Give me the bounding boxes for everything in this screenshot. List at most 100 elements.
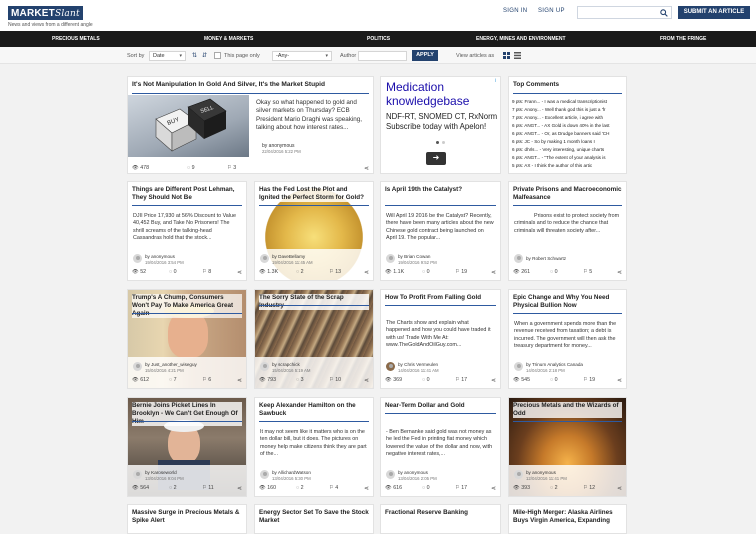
author-input[interactable] <box>358 51 407 61</box>
share-icon[interactable]: ⋖ <box>364 485 369 492</box>
likes-stat[interactable]: ⚐ 13 <box>329 269 341 275</box>
top-comment-item[interactable]: 9 pts: Frann... - I was a medical transc… <box>512 99 607 104</box>
share-icon[interactable]: ⋖ <box>617 377 622 384</box>
comments-stat[interactable]: ◌ 2 <box>296 485 304 491</box>
author-link[interactable]: by Brian Cowan <box>398 254 430 259</box>
article-card[interactable]: Keep Alexander Hamilton on the Sawbuck I… <box>254 397 374 497</box>
search-icon[interactable] <box>660 9 668 17</box>
article-card[interactable]: Private Prisons and Macroeconomic Malfea… <box>508 181 627 281</box>
likes-stat[interactable]: ⚐ 19 <box>455 269 467 275</box>
article-card[interactable]: Precious Metals and the Wizards of Odd b… <box>508 397 627 497</box>
author-link[interactable]: by anonymous <box>526 470 556 475</box>
comments-stat[interactable]: ◌ 0 <box>422 377 430 383</box>
share-icon[interactable]: ⋖ <box>491 377 496 384</box>
ad-info-icon[interactable]: i <box>492 78 499 85</box>
featured-article-card[interactable]: It's Not Manipulation In Gold And Silver… <box>127 76 374 174</box>
article-title[interactable]: Things are Different Post Lehman, They S… <box>132 186 242 202</box>
author-link[interactable]: by anonymous <box>398 470 428 475</box>
nav-money-markets[interactable]: MONEY & MARKETS <box>204 36 253 42</box>
sort-desc-icon[interactable]: ⇵ <box>202 52 207 59</box>
comments-stat[interactable]: ◌ 3 <box>296 377 304 383</box>
article-title[interactable]: Trump's A Chump, Consumers Won't Pay To … <box>132 294 242 318</box>
article-title[interactable]: Energy Sector Set To Save the Stock Mark… <box>259 509 369 525</box>
likes-stat[interactable]: ⚐ 17 <box>455 377 467 383</box>
grid-view-icon[interactable] <box>503 52 510 59</box>
article-title[interactable]: Private Prisons and Macroeconomic Malfea… <box>513 186 622 202</box>
likes-stat[interactable]: ⚐ 5 <box>583 269 592 275</box>
advertisement[interactable]: Medication knowledgebase NDF-RT, SNOMED … <box>380 76 501 174</box>
page-only-checkbox[interactable] <box>214 52 221 59</box>
author-link[interactable]: by DaveBellamy <box>272 254 305 259</box>
sign-in-link[interactable]: SIGN IN <box>503 8 527 14</box>
share-icon[interactable]: ⋖ <box>364 377 369 384</box>
carousel-dot-active[interactable] <box>436 141 439 144</box>
share-icon[interactable]: ⋖ <box>617 485 622 492</box>
article-title[interactable]: It's Not Manipulation In Gold And Silver… <box>132 81 369 89</box>
top-comment-item[interactable]: 6 pts: dhrls... - Very interesting, uniq… <box>512 147 604 152</box>
article-card[interactable]: How To Profit From Falling Gold The Char… <box>380 289 501 389</box>
author-link[interactable]: by scrapchick <box>272 362 300 367</box>
any-select[interactable]: -Any- ▾ <box>272 51 332 61</box>
nav-precious-metals[interactable]: PRECIOUS METALS <box>52 36 100 42</box>
author-link[interactable]: by anonymous <box>145 254 175 259</box>
article-card[interactable]: Is April 19th the Catalyst? Will April 1… <box>380 181 501 281</box>
article-title[interactable]: Precious Metals and the Wizards of Odd <box>513 402 622 418</box>
comments-stat[interactable]: ◌ 2 <box>296 269 304 275</box>
share-icon[interactable]: ⋖ <box>364 269 369 276</box>
submit-article-button[interactable]: SUBMIT AN ARTICLE <box>678 6 750 19</box>
article-title[interactable]: Epic Change and Why You Need Physical Bu… <box>513 294 622 310</box>
comments-stat[interactable]: ◌ 7 <box>169 377 177 383</box>
likes-stat[interactable]: ⚐ 3 <box>227 165 236 171</box>
top-comment-item[interactable]: 6 pts: ANGT... - "The extent of your ana… <box>512 155 606 160</box>
sign-up-link[interactable]: SIGN UP <box>538 8 565 14</box>
comments-stat[interactable]: ◌ 9 <box>187 165 195 171</box>
likes-stat[interactable]: ⚐ 19 <box>583 377 595 383</box>
carousel-dot[interactable] <box>442 141 445 144</box>
author-link[interactable]: by Trinum Analytics Canada <box>526 362 583 367</box>
comments-stat[interactable]: ◌ 0 <box>169 269 177 275</box>
article-card[interactable]: Bernie Joins Picket Lines In Brooklyn - … <box>127 397 247 497</box>
comments-stat[interactable]: ◌ 0 <box>550 377 558 383</box>
likes-stat[interactable]: ⚐ 17 <box>455 485 467 491</box>
nav-energy-mines[interactable]: ENERGY, MINES AND ENVIRONMENT <box>476 36 566 42</box>
article-title[interactable]: Fractional Reserve Banking <box>385 509 496 517</box>
author-link[interactable]: by Robert Schwartz <box>526 256 566 261</box>
article-card[interactable]: Epic Change and Why You Need Physical Bu… <box>508 289 627 389</box>
share-icon[interactable]: ⋖ <box>237 269 242 276</box>
sort-select[interactable]: Date ▾ <box>149 51 186 61</box>
article-title[interactable]: Massive Surge in Precious Metals & Spike… <box>132 509 242 525</box>
share-icon[interactable]: ⋖ <box>237 377 242 384</box>
article-card[interactable]: Near-Term Dollar and Gold - Ben Bernanke… <box>380 397 501 497</box>
article-title[interactable]: Is April 19th the Catalyst? <box>385 186 496 194</box>
search-input[interactable] <box>577 6 672 19</box>
article-title[interactable]: How To Profit From Falling Gold <box>385 294 496 302</box>
likes-stat[interactable]: ⚐ 6 <box>202 377 211 383</box>
share-icon[interactable]: ⋖ <box>237 485 242 492</box>
comments-stat[interactable]: ◌ 0 <box>550 269 558 275</box>
nav-from-the-fringe[interactable]: FROM THE FRINGE <box>660 36 706 42</box>
sort-asc-icon[interactable]: ⇅ <box>192 52 197 59</box>
top-comment-item[interactable]: 7 pts: Anony... - Well thank god this is… <box>512 107 605 112</box>
author-link[interactable]: by Just_another_wiseguy <box>145 362 197 367</box>
author-link[interactable]: by Chris Vermeulen <box>398 362 438 367</box>
top-comment-item[interactable]: 7 pts: Anony... - Excellent article, i a… <box>512 115 603 120</box>
article-title[interactable]: Keep Alexander Hamilton on the Sawbuck <box>259 402 369 418</box>
article-title[interactable]: The Sorry State of the Scrap Industry <box>259 294 369 310</box>
likes-stat[interactable]: ⚐ 12 <box>583 485 595 491</box>
top-comment-item[interactable]: 6 pts: JC - So by making 1 month loans I <box>512 139 595 144</box>
comments-stat[interactable]: ◌ 2 <box>550 485 558 491</box>
likes-stat[interactable]: ⚐ 4 <box>329 485 338 491</box>
article-card[interactable]: Things are Different Post Lehman, They S… <box>127 181 247 281</box>
ad-headline[interactable]: Medication knowledgebase <box>386 80 500 108</box>
author-link[interactable]: by AllichardWatson <box>272 470 311 475</box>
article-title[interactable]: Has the Fed Lost the Plot and Ignited th… <box>259 186 369 202</box>
likes-stat[interactable]: ⚐ 10 <box>329 377 341 383</box>
article-card[interactable]: Trump's A Chump, Consumers Won't Pay To … <box>127 289 247 389</box>
author-link[interactable]: by Karoseworld <box>145 470 177 475</box>
nav-politics[interactable]: POLITICS <box>367 36 390 42</box>
article-title[interactable]: Bernie Joins Picket Lines In Brooklyn - … <box>132 402 242 426</box>
top-comment-item[interactable]: 5 pts: AX - I think the author of this a… <box>512 163 592 168</box>
share-icon[interactable]: ⋖ <box>617 269 622 276</box>
comments-stat[interactable]: ◌ 0 <box>422 485 430 491</box>
ad-arrow-button[interactable]: ➜ <box>426 152 446 165</box>
